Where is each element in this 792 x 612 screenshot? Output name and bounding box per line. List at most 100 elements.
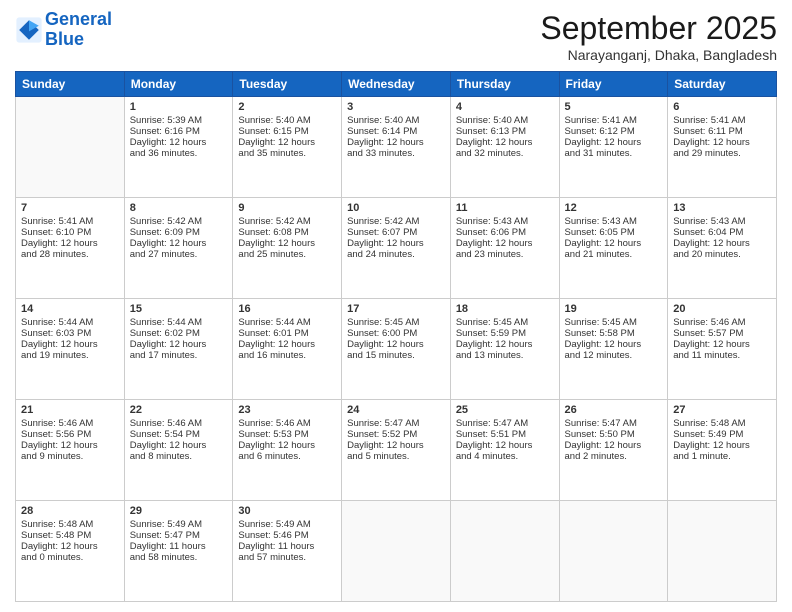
day-info-line: Sunset: 5:58 PM bbox=[565, 328, 663, 339]
day-number: 2 bbox=[238, 101, 336, 113]
day-info-line: and 31 minutes. bbox=[565, 148, 663, 159]
day-number: 28 bbox=[21, 505, 119, 517]
day-info-line: Sunset: 6:05 PM bbox=[565, 227, 663, 238]
day-number: 8 bbox=[130, 202, 228, 214]
calendar-week-row: 14Sunrise: 5:44 AMSunset: 6:03 PMDayligh… bbox=[16, 299, 777, 400]
day-number: 9 bbox=[238, 202, 336, 214]
day-info-line: Sunrise: 5:44 AM bbox=[21, 317, 119, 328]
day-info-line: and 57 minutes. bbox=[238, 552, 336, 563]
day-info-line: Sunrise: 5:41 AM bbox=[673, 115, 771, 126]
day-number: 5 bbox=[565, 101, 663, 113]
day-info-line: and 6 minutes. bbox=[238, 451, 336, 462]
calendar-cell: 23Sunrise: 5:46 AMSunset: 5:53 PMDayligh… bbox=[233, 400, 342, 501]
day-info-line: Sunrise: 5:45 AM bbox=[565, 317, 663, 328]
day-info-line: and 27 minutes. bbox=[130, 249, 228, 260]
calendar-day-header: Sunday bbox=[16, 72, 125, 97]
day-info-line: and 19 minutes. bbox=[21, 350, 119, 361]
day-info-line: and 29 minutes. bbox=[673, 148, 771, 159]
day-info-line: Daylight: 12 hours bbox=[238, 339, 336, 350]
day-info-line: and 32 minutes. bbox=[456, 148, 554, 159]
day-number: 4 bbox=[456, 101, 554, 113]
day-info-line: Daylight: 12 hours bbox=[238, 440, 336, 451]
day-info-line: Daylight: 12 hours bbox=[130, 339, 228, 350]
calendar-cell: 12Sunrise: 5:43 AMSunset: 6:05 PMDayligh… bbox=[559, 198, 668, 299]
calendar-day-header: Friday bbox=[559, 72, 668, 97]
day-info-line: Sunset: 6:11 PM bbox=[673, 126, 771, 137]
calendar-cell: 5Sunrise: 5:41 AMSunset: 6:12 PMDaylight… bbox=[559, 97, 668, 198]
day-info-line: Daylight: 12 hours bbox=[238, 238, 336, 249]
calendar-cell: 18Sunrise: 5:45 AMSunset: 5:59 PMDayligh… bbox=[450, 299, 559, 400]
calendar-cell: 20Sunrise: 5:46 AMSunset: 5:57 PMDayligh… bbox=[668, 299, 777, 400]
day-info-line: and 23 minutes. bbox=[456, 249, 554, 260]
day-info-line: Daylight: 12 hours bbox=[673, 440, 771, 451]
day-info-line: Daylight: 12 hours bbox=[21, 339, 119, 350]
day-info-line: Daylight: 12 hours bbox=[673, 238, 771, 249]
day-number: 10 bbox=[347, 202, 445, 214]
calendar-day-header: Wednesday bbox=[342, 72, 451, 97]
day-info-line: Sunrise: 5:40 AM bbox=[456, 115, 554, 126]
day-number: 1 bbox=[130, 101, 228, 113]
day-info-line: Sunset: 5:51 PM bbox=[456, 429, 554, 440]
calendar-cell: 26Sunrise: 5:47 AMSunset: 5:50 PMDayligh… bbox=[559, 400, 668, 501]
day-info-line: and 16 minutes. bbox=[238, 350, 336, 361]
day-info-line: Sunrise: 5:42 AM bbox=[130, 216, 228, 227]
calendar-cell bbox=[16, 97, 125, 198]
calendar-day-header: Tuesday bbox=[233, 72, 342, 97]
day-number: 24 bbox=[347, 404, 445, 416]
day-number: 21 bbox=[21, 404, 119, 416]
calendar-cell: 8Sunrise: 5:42 AMSunset: 6:09 PMDaylight… bbox=[124, 198, 233, 299]
day-number: 20 bbox=[673, 303, 771, 315]
day-number: 26 bbox=[565, 404, 663, 416]
day-info-line: Sunset: 6:10 PM bbox=[21, 227, 119, 238]
logo-general: General bbox=[45, 9, 112, 29]
day-info-line: Sunrise: 5:40 AM bbox=[238, 115, 336, 126]
calendar-cell: 1Sunrise: 5:39 AMSunset: 6:16 PMDaylight… bbox=[124, 97, 233, 198]
day-info-line: Sunrise: 5:49 AM bbox=[238, 519, 336, 530]
calendar-cell bbox=[668, 501, 777, 602]
day-info-line: Daylight: 12 hours bbox=[347, 440, 445, 451]
day-info-line: Daylight: 12 hours bbox=[565, 339, 663, 350]
day-info-line: Sunrise: 5:49 AM bbox=[130, 519, 228, 530]
day-info-line: Daylight: 12 hours bbox=[673, 137, 771, 148]
day-info-line: Sunrise: 5:46 AM bbox=[673, 317, 771, 328]
day-info-line: Sunrise: 5:46 AM bbox=[130, 418, 228, 429]
calendar-cell: 25Sunrise: 5:47 AMSunset: 5:51 PMDayligh… bbox=[450, 400, 559, 501]
day-info-line: Daylight: 12 hours bbox=[21, 541, 119, 552]
day-info-line: Sunset: 6:15 PM bbox=[238, 126, 336, 137]
day-info-line: Sunrise: 5:42 AM bbox=[347, 216, 445, 227]
calendar-body: 1Sunrise: 5:39 AMSunset: 6:16 PMDaylight… bbox=[16, 97, 777, 602]
day-info-line: Sunrise: 5:46 AM bbox=[238, 418, 336, 429]
day-info-line: Sunrise: 5:40 AM bbox=[347, 115, 445, 126]
day-number: 17 bbox=[347, 303, 445, 315]
day-info-line: Sunrise: 5:45 AM bbox=[456, 317, 554, 328]
day-info-line: Sunset: 5:53 PM bbox=[238, 429, 336, 440]
day-number: 27 bbox=[673, 404, 771, 416]
day-info-line: Sunset: 5:48 PM bbox=[21, 530, 119, 541]
day-info-line: Daylight: 11 hours bbox=[130, 541, 228, 552]
day-info-line: and 36 minutes. bbox=[130, 148, 228, 159]
calendar-cell: 3Sunrise: 5:40 AMSunset: 6:14 PMDaylight… bbox=[342, 97, 451, 198]
day-info-line: Daylight: 12 hours bbox=[21, 238, 119, 249]
calendar-cell: 28 Sunrise: 5:48 AMSunset: 5:48 PMDayligh… bbox=[16, 501, 125, 602]
day-number: 22 bbox=[130, 404, 228, 416]
day-info-line: Sunset: 6:02 PM bbox=[130, 328, 228, 339]
day-info-line: and 15 minutes. bbox=[347, 350, 445, 361]
calendar-header-row: SundayMondayTuesdayWednesdayThursdayFrid… bbox=[16, 72, 777, 97]
day-info-line: Sunrise: 5:43 AM bbox=[673, 216, 771, 227]
day-info-line: Daylight: 12 hours bbox=[673, 339, 771, 350]
day-info-line: Sunset: 5:46 PM bbox=[238, 530, 336, 541]
calendar-cell bbox=[342, 501, 451, 602]
day-info-line: and 5 minutes. bbox=[347, 451, 445, 462]
day-info-line: Sunrise: 5:43 AM bbox=[565, 216, 663, 227]
day-info-line: Sunrise: 5:48 AM bbox=[21, 519, 119, 530]
day-info-line: and 33 minutes. bbox=[347, 148, 445, 159]
day-number: 29 bbox=[130, 505, 228, 517]
day-info-line: and 17 minutes. bbox=[130, 350, 228, 361]
day-info-line: Sunrise: 5:45 AM bbox=[347, 317, 445, 328]
day-info-line: Sunrise: 5:42 AM bbox=[238, 216, 336, 227]
day-number: 3 bbox=[347, 101, 445, 113]
calendar-cell: 15Sunrise: 5:44 AMSunset: 6:02 PMDayligh… bbox=[124, 299, 233, 400]
day-info-line: Sunset: 6:13 PM bbox=[456, 126, 554, 137]
day-info-line: Sunset: 6:09 PM bbox=[130, 227, 228, 238]
calendar-cell: 30Sunrise: 5:49 AMSunset: 5:46 PMDayligh… bbox=[233, 501, 342, 602]
